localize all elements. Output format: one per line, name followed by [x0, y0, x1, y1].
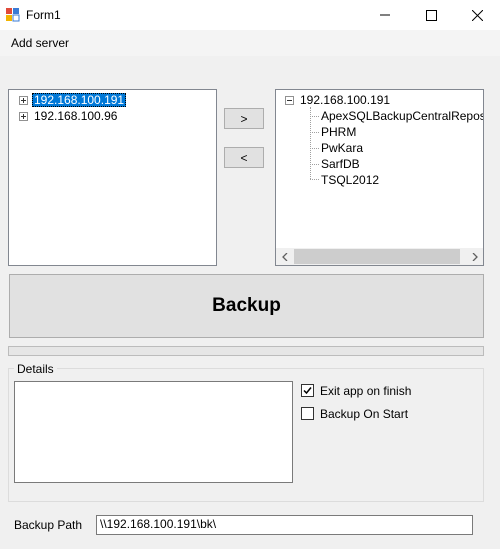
tree-node-label: TSQL2012: [321, 173, 380, 187]
checkmark-icon: [303, 387, 312, 395]
tree-node[interactable]: PHRM: [321, 124, 356, 140]
server-tree[interactable]: 192.168.100.191 192.168.100.96: [8, 89, 217, 266]
tree-node[interactable]: 192.168.100.191: [32, 92, 127, 108]
tree-node[interactable]: 192.168.100.191: [300, 92, 390, 108]
backup-button[interactable]: Backup: [9, 274, 484, 338]
minimize-button[interactable]: [362, 0, 408, 30]
maximize-icon: [425, 9, 437, 21]
tree-node[interactable]: 192.168.100.96: [34, 108, 117, 124]
tree-node-label: 192.168.100.96: [34, 109, 118, 123]
tree-node-label: 192.168.100.191: [300, 93, 391, 107]
app-icon: [6, 8, 20, 22]
scroll-thumb[interactable]: [294, 249, 460, 264]
chevron-right-icon: [472, 252, 478, 261]
move-right-button[interactable]: >: [224, 108, 264, 129]
tree-node[interactable]: PwKara: [321, 140, 363, 156]
tree-node[interactable]: TSQL2012: [321, 172, 379, 188]
details-textarea[interactable]: [14, 381, 293, 483]
exit-on-finish-checkbox[interactable]: [301, 384, 314, 397]
close-button[interactable]: [454, 0, 500, 30]
database-tree[interactable]: 192.168.100.191 ApexSQLBackupCentralRepo…: [275, 89, 484, 266]
backup-path-label: Backup Path: [14, 518, 83, 532]
menu-bar: Add server: [0, 30, 500, 57]
expand-icon[interactable]: [19, 112, 28, 121]
maximize-button[interactable]: [408, 0, 454, 30]
progress-bar: [8, 346, 484, 356]
chevron-left-icon: [281, 252, 287, 261]
backup-on-start-checkbox[interactable]: [301, 407, 314, 420]
tree-node[interactable]: SarfDB: [321, 156, 360, 172]
tree-node-label: PwKara: [321, 141, 364, 155]
minimize-icon: [380, 14, 390, 16]
window-title: Form1: [26, 8, 61, 22]
scroll-right-button[interactable]: [466, 248, 483, 265]
title-bar: Form1: [0, 0, 500, 30]
expand-icon[interactable]: [19, 96, 28, 105]
close-icon: [471, 9, 483, 21]
details-group-label: Details: [14, 362, 57, 376]
backup-path-input[interactable]: \\192.168.100.191\bk\: [96, 515, 473, 535]
horizontal-scrollbar[interactable]: [276, 248, 483, 265]
collapse-icon[interactable]: [285, 96, 294, 105]
move-left-button[interactable]: <: [224, 147, 264, 168]
exit-on-finish-label[interactable]: Exit app on finish: [320, 384, 411, 398]
menu-add-server[interactable]: Add server: [11, 36, 69, 50]
tree-node[interactable]: ApexSQLBackupCentralRepository: [321, 108, 483, 124]
tree-node-label: 192.168.100.191: [32, 93, 127, 107]
backup-on-start-label[interactable]: Backup On Start: [320, 407, 408, 421]
tree-node-label: PHRM: [321, 125, 357, 139]
tree-node-label: SarfDB: [321, 157, 360, 171]
scroll-left-button[interactable]: [276, 248, 293, 265]
tree-node-label: ApexSQLBackupCentralRepository: [321, 109, 483, 123]
